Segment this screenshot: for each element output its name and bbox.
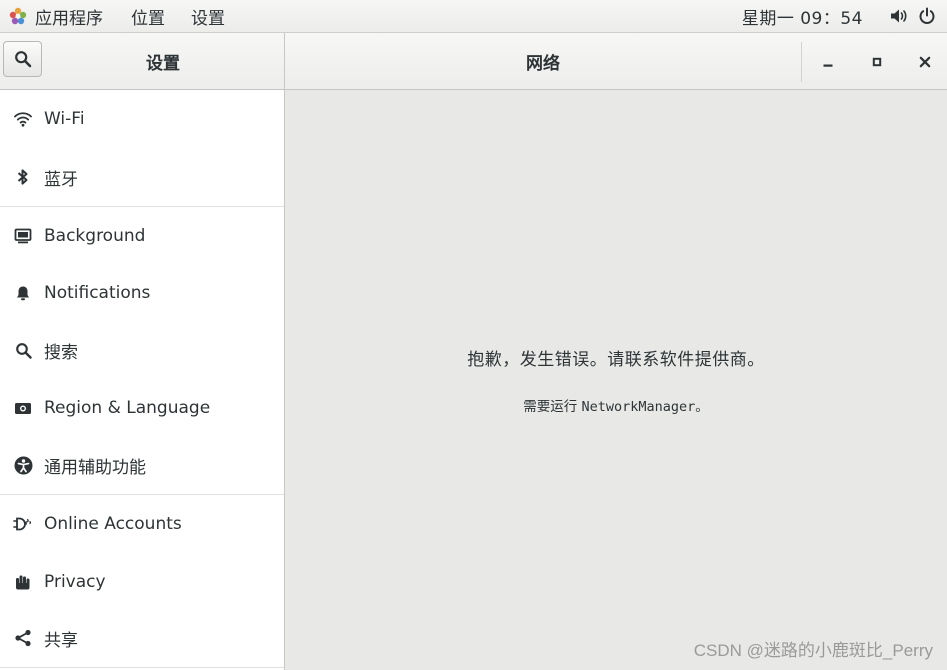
error-detail-suffix: 。 (695, 399, 709, 415)
sidebar-item-wifi[interactable]: Wi-Fi (0, 90, 284, 148)
sidebar-item-label: Wi-Fi (44, 109, 85, 129)
applications-icon (8, 6, 28, 26)
close-icon (919, 56, 931, 68)
sidebar-item-label: 蓝牙 (44, 169, 78, 190)
minimize-button[interactable] (809, 43, 847, 81)
error-detail: 需要运行 NetworkManager。 (285, 395, 947, 415)
background-icon (0, 228, 44, 244)
sidebar-item-label: Background (44, 225, 146, 246)
clock[interactable]: 星期一 09：54 (742, 4, 885, 29)
top-bar: 应用程序 位置 设置 星期一 09：54 (0, 0, 947, 33)
close-button[interactable] (906, 43, 944, 81)
accessibility-icon (0, 456, 44, 475)
applications-menu[interactable]: 应用程序 (4, 0, 127, 32)
settings-menu[interactable]: 设置 (187, 0, 247, 32)
sidebar-divider (0, 667, 284, 668)
sidebar-item-accessibility[interactable]: 通用辅助功能 (0, 437, 284, 494)
sidebar-item-label: 搜索 (44, 342, 78, 363)
power-icon[interactable] (913, 0, 941, 32)
error-detail-prefix: 需要运行 (523, 399, 582, 415)
wifi-icon (0, 111, 44, 127)
online-accounts-icon (0, 516, 44, 532)
camera-icon (0, 401, 44, 415)
search-icon (14, 51, 31, 68)
sidebar-item-online-accounts[interactable]: Online Accounts (0, 495, 284, 553)
bluetooth-icon (0, 168, 44, 186)
places-menu-label: 位置 (131, 8, 165, 29)
sidebar-item-label: Online Accounts (44, 514, 182, 534)
places-menu[interactable]: 位置 (127, 0, 187, 32)
hand-icon (0, 573, 44, 591)
sidebar-item-region-language[interactable]: Region & Language (0, 379, 284, 437)
settings-sidebar: Wi-Fi 蓝牙 Background Notifications 搜索 Reg… (0, 90, 285, 670)
sidebar-item-sharing[interactable]: 共享 (0, 610, 284, 666)
sidebar-item-label: 共享 (44, 630, 78, 651)
page-title: 网络 (526, 54, 560, 74)
network-panel: 抱歉，发生错误。请联系软件提供商。 需要运行 NetworkManager。 C… (285, 90, 947, 670)
sidebar-item-notifications[interactable]: Notifications (0, 264, 284, 321)
search-button[interactable] (3, 41, 42, 77)
watermark: CSDN @迷路的小鹿斑比_Perry (693, 641, 933, 660)
sidebar-item-label: 通用辅助功能 (44, 458, 146, 478)
maximize-button[interactable] (858, 43, 896, 81)
volume-icon[interactable] (885, 0, 913, 32)
sidebar-item-background[interactable]: Background (0, 207, 284, 264)
applications-menu-label: 应用程序 (35, 8, 103, 29)
settings-title: 设置 (146, 54, 180, 74)
settings-menu-label: 设置 (191, 8, 225, 29)
window-controls-divider (801, 42, 802, 82)
maximize-icon (872, 57, 882, 67)
share-icon (0, 629, 44, 647)
window-header: 设置 网络 (0, 33, 947, 90)
error-detail-program: NetworkManager (581, 399, 696, 415)
sidebar-item-privacy[interactable]: Privacy (0, 553, 284, 610)
minimize-icon (823, 64, 833, 67)
sidebar-item-bluetooth[interactable]: 蓝牙 (0, 148, 284, 206)
sidebar-item-label: Region & Language (44, 398, 211, 418)
bell-icon (0, 285, 44, 301)
search-icon (0, 342, 44, 359)
error-message: 抱歉，发生错误。请联系软件提供商。 (467, 350, 765, 370)
top-menu: 应用程序 位置 设置 (0, 0, 247, 32)
system-tray: 星期一 09：54 (742, 0, 947, 32)
sidebar-item-label: Privacy (44, 571, 106, 592)
sidebar-item-label: Notifications (44, 282, 151, 303)
sidebar-item-search[interactable]: 搜索 (0, 321, 284, 379)
